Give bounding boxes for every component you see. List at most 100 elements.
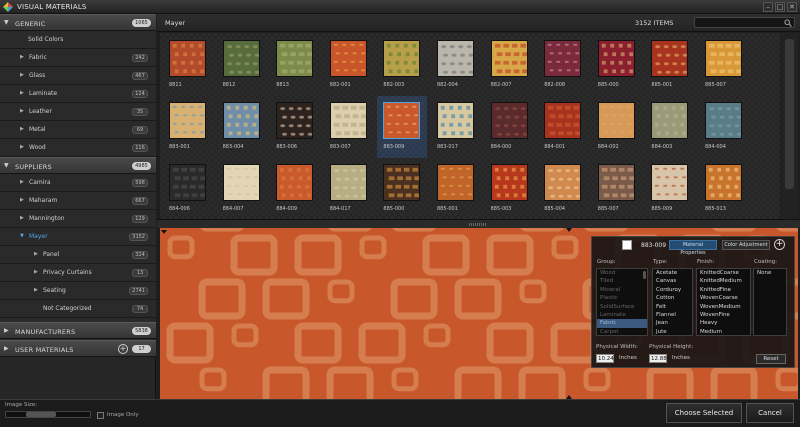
material-thumbnail[interactable]: 884-002 [592,96,642,158]
list-option[interactable]: Medium [697,328,750,335]
add-icon[interactable]: + [774,239,785,250]
listbox-scrollbar[interactable] [643,271,646,280]
sidebar-item[interactable]: ▶ Seating 2741 [0,282,156,300]
collapse-arrow-icon[interactable]: ▶ [20,197,24,203]
sidebar-item[interactable]: Solid Colors [0,31,156,49]
sidebar-item[interactable]: ▶ Panel 324 [0,246,156,264]
close-button[interactable]: ✕ [787,2,797,12]
material-thumbnail[interactable]: 882-001 [324,34,374,96]
collapse-arrow-icon[interactable]: ▶ [20,108,24,114]
sidebar-item[interactable]: ▶ Camira 598 [0,174,156,192]
sidebar-item[interactable]: ▶ Fabric 242 [0,49,156,67]
coating-listbox[interactable]: None [753,268,787,336]
finish-listbox[interactable]: KnittedCoarse KnittedMedium KnittedFine Wov… [696,268,751,336]
material-thumbnail[interactable]: 883-006 [270,96,320,158]
material-thumbnail[interactable]: 8811 [163,34,213,96]
sidebar-item[interactable]: Not Categorized 74 [0,300,156,318]
reset-button[interactable]: Reset [756,354,786,364]
list-option[interactable]: Acetate [653,269,692,277]
splitter-grip-icon[interactable] [469,223,487,226]
scrollbar-thumb[interactable] [785,39,794,189]
list-option[interactable]: KnittedCoarse [697,269,750,277]
list-option[interactable]: WovenFine [697,311,750,319]
sidebar-item[interactable]: ▶ Mannington 129 [0,210,156,228]
list-option[interactable]: WovenCoarse [697,294,750,302]
list-option[interactable]: Fabric [597,319,647,328]
list-option[interactable]: Mineral [597,286,647,294]
collapse-arrow-icon[interactable]: ▶ [34,251,38,257]
list-option[interactable]: Felt [653,303,692,311]
collapse-arrow-icon[interactable]: ▶ [20,144,24,150]
collapse-arrow-icon[interactable]: ▶ [20,126,24,132]
tab-color-adjustment[interactable]: Color Adjustment [722,240,770,250]
list-option[interactable]: KnittedMedium [697,277,750,285]
sidebar-item[interactable]: ▶ Laminate 124 [0,85,156,103]
material-thumbnail[interactable]: 883-001 [163,96,213,158]
group-listbox[interactable]: Wood Tiled Mineral Plastic SolidSurface Lamin… [596,268,648,336]
type-listbox[interactable]: Acetate Canvas Corduroy Cotton Felt Flannel Je… [652,268,693,336]
list-option[interactable]: Jean [653,319,692,327]
material-thumbnail[interactable]: 884-006 [163,158,213,220]
material-thumbnail[interactable]: 885-000 [592,34,642,96]
material-thumbnail[interactable]: 884-009 [270,158,320,220]
section-generic[interactable]: ▼ GENERIC 1065 [0,14,156,31]
material-thumbnail[interactable]: 885-003 [485,158,535,220]
material-thumbnail[interactable]: 883-017 [431,96,481,158]
sidebar-item[interactable]: ▶ Wood 116 [0,139,156,157]
material-thumbnail[interactable]: 882-008 [538,34,588,96]
list-option[interactable]: Canvas [653,277,692,285]
sidebar-item[interactable]: ▶ Glass 467 [0,67,156,85]
material-thumbnail[interactable]: 882-004 [431,34,481,96]
image-only-checkbox[interactable] [97,412,104,419]
list-option[interactable]: Flannel [653,311,692,319]
sidebar-item[interactable]: ▶ Leather 35 [0,103,156,121]
collapse-arrow-icon[interactable]: ▶ [20,72,24,78]
collapse-arrow-icon[interactable]: ▶ [34,287,38,293]
choose-selected-button[interactable]: Choose Selected [666,403,742,423]
material-thumbnail[interactable]: 885-007 [592,158,642,220]
material-thumbnail[interactable]: 884-001 [538,96,588,158]
list-option[interactable]: Cotton [653,294,692,302]
image-size-slider[interactable] [5,411,91,418]
material-thumbnail[interactable]: 884-000 [485,96,535,158]
material-thumbnail[interactable]: 883-004 [217,96,267,158]
list-option[interactable]: Heavy [697,319,750,327]
pane-splitter[interactable] [157,219,800,228]
color-swatch[interactable] [622,240,632,250]
material-thumbnail[interactable]: 884-004 [699,96,749,158]
material-thumbnail[interactable]: 885-001 [431,158,481,220]
sidebar-item[interactable]: ▶ Maharam 667 [0,192,156,210]
list-option[interactable]: Wood [597,269,647,277]
material-thumbnail[interactable]: 882-007 [485,34,535,96]
material-thumbnail[interactable]: 885-009 [645,158,695,220]
section-user-materials[interactable]: ▶ USER MATERIALS + 17 [0,340,156,357]
list-option[interactable]: WovenMedium [697,303,750,311]
list-option[interactable]: Jute [653,328,692,335]
tab-material-properties[interactable]: Material Properties [669,240,717,256]
collapse-arrow-icon[interactable]: ▶ [20,90,24,96]
material-thumbnail[interactable]: 883-007 [324,96,374,158]
grid-scrollbar[interactable] [781,33,798,219]
add-user-material-icon[interactable]: + [118,344,128,354]
collapse-arrow-icon[interactable]: ▶ [20,54,24,60]
minimize-button[interactable]: – [763,2,773,12]
collapse-arrow-icon[interactable]: ▶ [20,215,24,221]
section-suppliers[interactable]: ▼ SUPPLIERS 4985 [0,157,156,174]
material-thumbnail[interactable]: 885-013 [699,158,749,220]
sidebar-item[interactable]: ▼ Mayer 3152 [0,228,156,246]
material-thumbnail[interactable]: 884-017 [324,158,374,220]
search-field[interactable] [694,17,795,28]
sidebar-item[interactable]: ▶ Metal 69 [0,121,156,139]
material-thumbnail[interactable]: 8812 [217,34,267,96]
collapse-arrow-icon[interactable]: ▶ [20,179,24,185]
physical-height-input[interactable]: 12.88 [649,354,667,363]
section-manufacturers[interactable]: ▶ MANUFACTURERS 5838 [0,322,156,339]
maximize-button[interactable]: □ [775,2,785,12]
search-input[interactable] [698,19,782,27]
expand-arrow-icon[interactable]: ▼ [20,233,24,239]
material-thumbnail[interactable]: 885-007 [699,34,749,96]
material-thumbnail[interactable]: 8813 [270,34,320,96]
physical-width-input[interactable]: 10.24 [596,354,614,363]
material-thumbnail[interactable]: 884-003 [645,96,695,158]
list-option[interactable]: SolidSurface [597,303,647,311]
